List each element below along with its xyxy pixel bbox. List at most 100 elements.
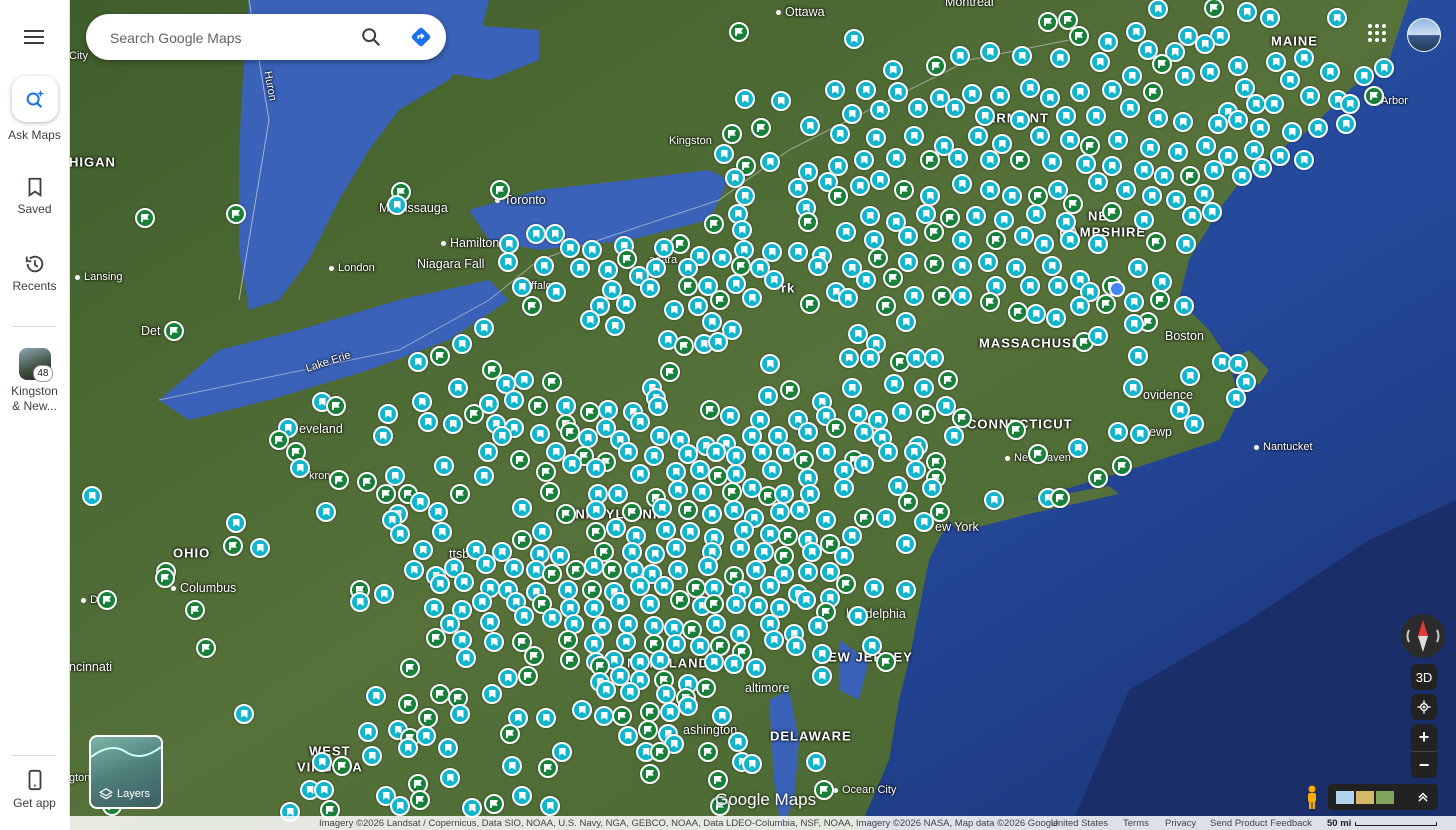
saved-place-pin-icon[interactable] bbox=[770, 502, 790, 522]
saved-place-pin-icon[interactable] bbox=[480, 612, 500, 632]
saved-place-pin-icon[interactable] bbox=[726, 446, 746, 466]
saved-place-pin-icon[interactable] bbox=[1195, 34, 1215, 54]
saved-place-pin-icon[interactable] bbox=[762, 460, 782, 480]
saved-place-pin-icon[interactable] bbox=[610, 592, 630, 612]
saved-place-pin-icon[interactable] bbox=[1102, 156, 1122, 176]
saved-place-pin-icon[interactable] bbox=[540, 796, 560, 816]
saved-place-pin-icon[interactable] bbox=[438, 738, 458, 758]
want-to-go-flag-pin-icon[interactable] bbox=[518, 666, 538, 686]
saved-place-pin-icon[interactable] bbox=[618, 442, 638, 462]
want-to-go-flag-pin-icon[interactable] bbox=[1080, 136, 1100, 156]
saved-place-pin-icon[interactable] bbox=[854, 422, 874, 442]
saved-place-pin-icon[interactable] bbox=[598, 400, 618, 420]
saved-place-pin-icon[interactable] bbox=[598, 260, 618, 280]
saved-place-pin-icon[interactable] bbox=[886, 148, 906, 168]
saved-place-pin-icon[interactable] bbox=[594, 706, 614, 726]
want-to-go-flag-pin-icon[interactable] bbox=[622, 502, 642, 522]
want-to-go-flag-pin-icon[interactable] bbox=[326, 396, 346, 416]
saved-place-pin-icon[interactable] bbox=[866, 128, 886, 148]
saved-place-pin-icon[interactable] bbox=[1320, 62, 1340, 82]
saved-place-pin-icon[interactable] bbox=[798, 422, 818, 442]
want-to-go-flag-pin-icon[interactable] bbox=[814, 780, 834, 800]
saved-place-pin-icon[interactable] bbox=[798, 562, 818, 582]
saved-place-pin-icon[interactable] bbox=[1122, 66, 1142, 86]
saved-place-pin-icon[interactable] bbox=[848, 324, 868, 344]
saved-place-pin-icon[interactable] bbox=[652, 498, 672, 518]
saved-place-pin-icon[interactable] bbox=[312, 752, 332, 772]
want-to-go-flag-pin-icon[interactable] bbox=[708, 770, 728, 790]
saved-place-pin-icon[interactable] bbox=[1098, 32, 1118, 52]
saved-place-pin-icon[interactable] bbox=[962, 84, 982, 104]
saved-place-pin-icon[interactable] bbox=[387, 195, 407, 215]
want-to-go-flag-pin-icon[interactable] bbox=[1146, 232, 1166, 252]
saved-place-pin-icon[interactable] bbox=[390, 796, 410, 816]
hamburger-menu-icon[interactable] bbox=[22, 26, 46, 48]
saved-place-pin-icon[interactable] bbox=[374, 584, 394, 604]
saved-place-pin-icon[interactable] bbox=[922, 478, 942, 498]
saved-place-pin-icon[interactable] bbox=[618, 726, 638, 746]
want-to-go-flag-pin-icon[interactable] bbox=[450, 484, 470, 504]
saved-place-pin-icon[interactable] bbox=[645, 544, 665, 564]
compass-icon[interactable] bbox=[1401, 614, 1445, 658]
want-to-go-flag-pin-icon[interactable] bbox=[329, 470, 349, 490]
want-to-go-flag-pin-icon[interactable] bbox=[1008, 302, 1028, 322]
directions-icon[interactable] bbox=[410, 26, 432, 48]
want-to-go-flag-pin-icon[interactable] bbox=[722, 482, 742, 502]
saved-place-pin-icon[interactable] bbox=[1148, 108, 1168, 128]
saved-place-pin-icon[interactable] bbox=[980, 180, 1000, 200]
saved-place-pin-icon[interactable] bbox=[620, 682, 640, 702]
want-to-go-flag-pin-icon[interactable] bbox=[826, 418, 846, 438]
saved-place-pin-icon[interactable] bbox=[1194, 184, 1214, 204]
saved-place-pin-icon[interactable] bbox=[1124, 292, 1144, 312]
saved-place-pin-icon[interactable] bbox=[1154, 166, 1174, 186]
saved-place-pin-icon[interactable] bbox=[1134, 210, 1154, 230]
want-to-go-flag-pin-icon[interactable] bbox=[540, 482, 560, 502]
saved-place-pin-icon[interactable] bbox=[678, 258, 698, 278]
saved-place-pin-icon[interactable] bbox=[1128, 258, 1148, 278]
want-to-go-flag-pin-icon[interactable] bbox=[1204, 0, 1224, 18]
saved-place-pin-icon[interactable] bbox=[404, 560, 424, 580]
saved-place-pin-icon[interactable] bbox=[842, 526, 862, 546]
saved-place-pin-icon[interactable] bbox=[706, 614, 726, 634]
want-to-go-flag-pin-icon[interactable] bbox=[696, 678, 716, 698]
want-to-go-flag-pin-icon[interactable] bbox=[836, 574, 856, 594]
saved-place-pin-icon[interactable] bbox=[1012, 46, 1032, 66]
saved-place-pin-icon[interactable] bbox=[530, 424, 550, 444]
want-to-go-flag-pin-icon[interactable] bbox=[731, 256, 751, 276]
saved-place-pin-icon[interactable] bbox=[1300, 86, 1320, 106]
want-to-go-flag-pin-icon[interactable] bbox=[1152, 54, 1172, 74]
saved-place-pin-icon[interactable] bbox=[290, 458, 310, 478]
saved-place-pin-icon[interactable] bbox=[724, 500, 744, 520]
recents-button[interactable]: Recents bbox=[0, 253, 69, 293]
want-to-go-flag-pin-icon[interactable] bbox=[898, 492, 918, 512]
saved-place-pin-icon[interactable] bbox=[630, 412, 650, 432]
saved-place-pin-icon[interactable] bbox=[1014, 226, 1034, 246]
saved-place-pin-icon[interactable] bbox=[850, 176, 870, 196]
saved-place-pin-icon[interactable] bbox=[888, 82, 908, 102]
want-to-go-flag-pin-icon[interactable] bbox=[774, 546, 794, 566]
saved-place-pin-icon[interactable] bbox=[474, 318, 494, 338]
want-to-go-flag-pin-icon[interactable] bbox=[778, 526, 798, 546]
saved-place-pin-icon[interactable] bbox=[952, 286, 972, 306]
want-to-go-flag-pin-icon[interactable] bbox=[512, 530, 532, 550]
saved-button[interactable]: Saved bbox=[0, 176, 69, 216]
saved-place-pin-icon[interactable] bbox=[492, 426, 512, 446]
saved-place-pin-icon[interactable] bbox=[514, 606, 534, 626]
want-to-go-flag-pin-icon[interactable] bbox=[1028, 186, 1048, 206]
saved-place-pin-icon[interactable] bbox=[952, 174, 972, 194]
saved-place-pin-icon[interactable] bbox=[366, 686, 386, 706]
saved-place-pin-icon[interactable] bbox=[914, 378, 934, 398]
saved-place-pin-icon[interactable] bbox=[499, 234, 519, 254]
want-to-go-flag-pin-icon[interactable] bbox=[376, 484, 396, 504]
saved-place-pin-icon[interactable] bbox=[732, 220, 752, 240]
saved-place-pin-icon[interactable] bbox=[776, 442, 796, 462]
saved-place-pin-icon[interactable] bbox=[1208, 114, 1228, 134]
want-to-go-flag-pin-icon[interactable] bbox=[640, 764, 660, 784]
my-location-button[interactable] bbox=[1411, 694, 1437, 720]
saved-place-pin-icon[interactable] bbox=[504, 558, 524, 578]
saved-place-pin-icon[interactable] bbox=[1020, 78, 1040, 98]
want-to-go-flag-pin-icon[interactable] bbox=[1096, 294, 1116, 314]
saved-place-pin-icon[interactable] bbox=[1070, 82, 1090, 102]
want-to-go-flag-pin-icon[interactable] bbox=[710, 290, 730, 310]
saved-place-pin-icon[interactable] bbox=[816, 510, 836, 530]
